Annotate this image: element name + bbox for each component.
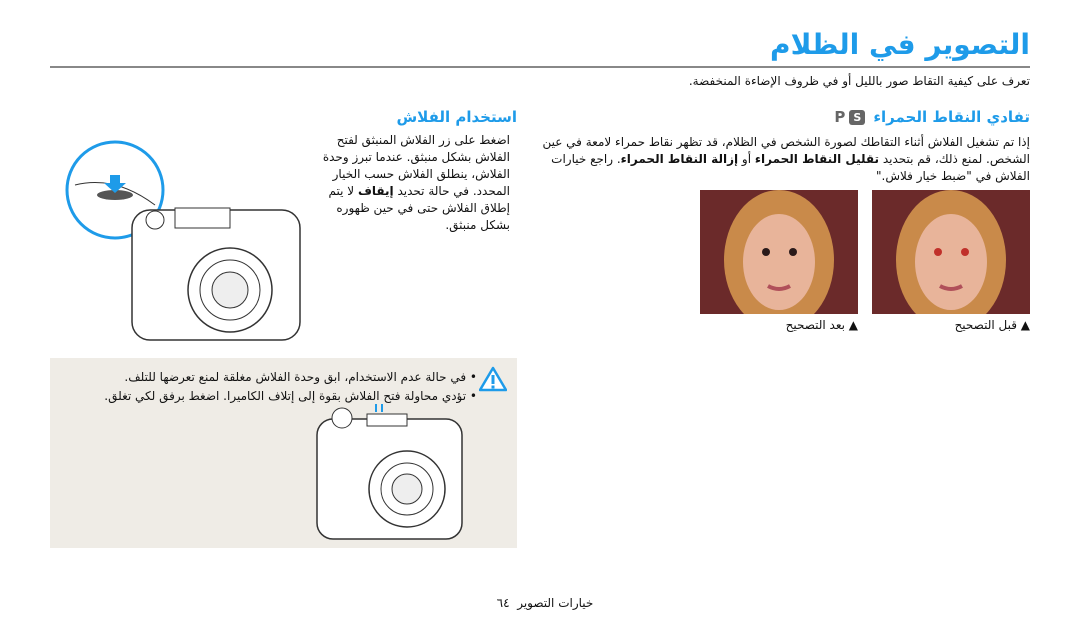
flash-heading: استخدام الفلاش — [396, 108, 517, 126]
mode-s-icon: S — [849, 109, 866, 125]
warning-list: في حالة عدم الاستخدام، ابق وحدة الفلاش م… — [104, 368, 477, 406]
caption-after: ▲ بعد التصحيح — [785, 318, 858, 332]
red-eye-heading-text: تفادي النقاط الحمراء — [873, 108, 1030, 126]
red-eye-heading: تفادي النقاط الحمراء P S — [834, 108, 1030, 126]
camera-flash-popup-illustration — [65, 140, 301, 341]
option-reduce-red-eye: تقليل النقاط الحمراء — [754, 152, 880, 166]
warning-triangle-icon — [479, 366, 507, 392]
title-divider — [50, 66, 1030, 68]
page-number: ٦٤ — [496, 596, 510, 610]
caption-before: ▲ قبل التصحيح — [954, 318, 1030, 332]
photo-after-correction — [700, 190, 858, 314]
warning-box: في حالة عدم الاستخدام، ابق وحدة الفلاش م… — [50, 358, 517, 548]
option-remove-red-eye: إزالة النقاط الحمراء — [620, 152, 739, 166]
page-footer: خيارات التصوير ٦٤ — [490, 596, 600, 610]
footer-section: خيارات التصوير — [517, 596, 594, 610]
text: أو — [738, 152, 755, 166]
flash-paragraph: اضغط على زر الفلاش المنبثق لفتح الفلاش ب… — [305, 132, 510, 234]
photo-before-correction — [872, 190, 1030, 314]
page-title: التصوير في الظلام — [770, 28, 1030, 61]
warning-item: في حالة عدم الاستخدام، ابق وحدة الفلاش م… — [104, 368, 477, 387]
mode-icons: P S — [834, 108, 866, 126]
red-eye-paragraph: إذا تم تشغيل الفلاش أثناء التقاطك لصورة … — [540, 134, 1030, 185]
mode-p-icon: P — [834, 108, 846, 126]
camera-close-flash-illustration — [316, 404, 463, 540]
intro-text: تعرف على كيفية التقاط صور بالليل أو في ظ… — [688, 74, 1030, 88]
option-off: إيقاف — [357, 184, 394, 198]
